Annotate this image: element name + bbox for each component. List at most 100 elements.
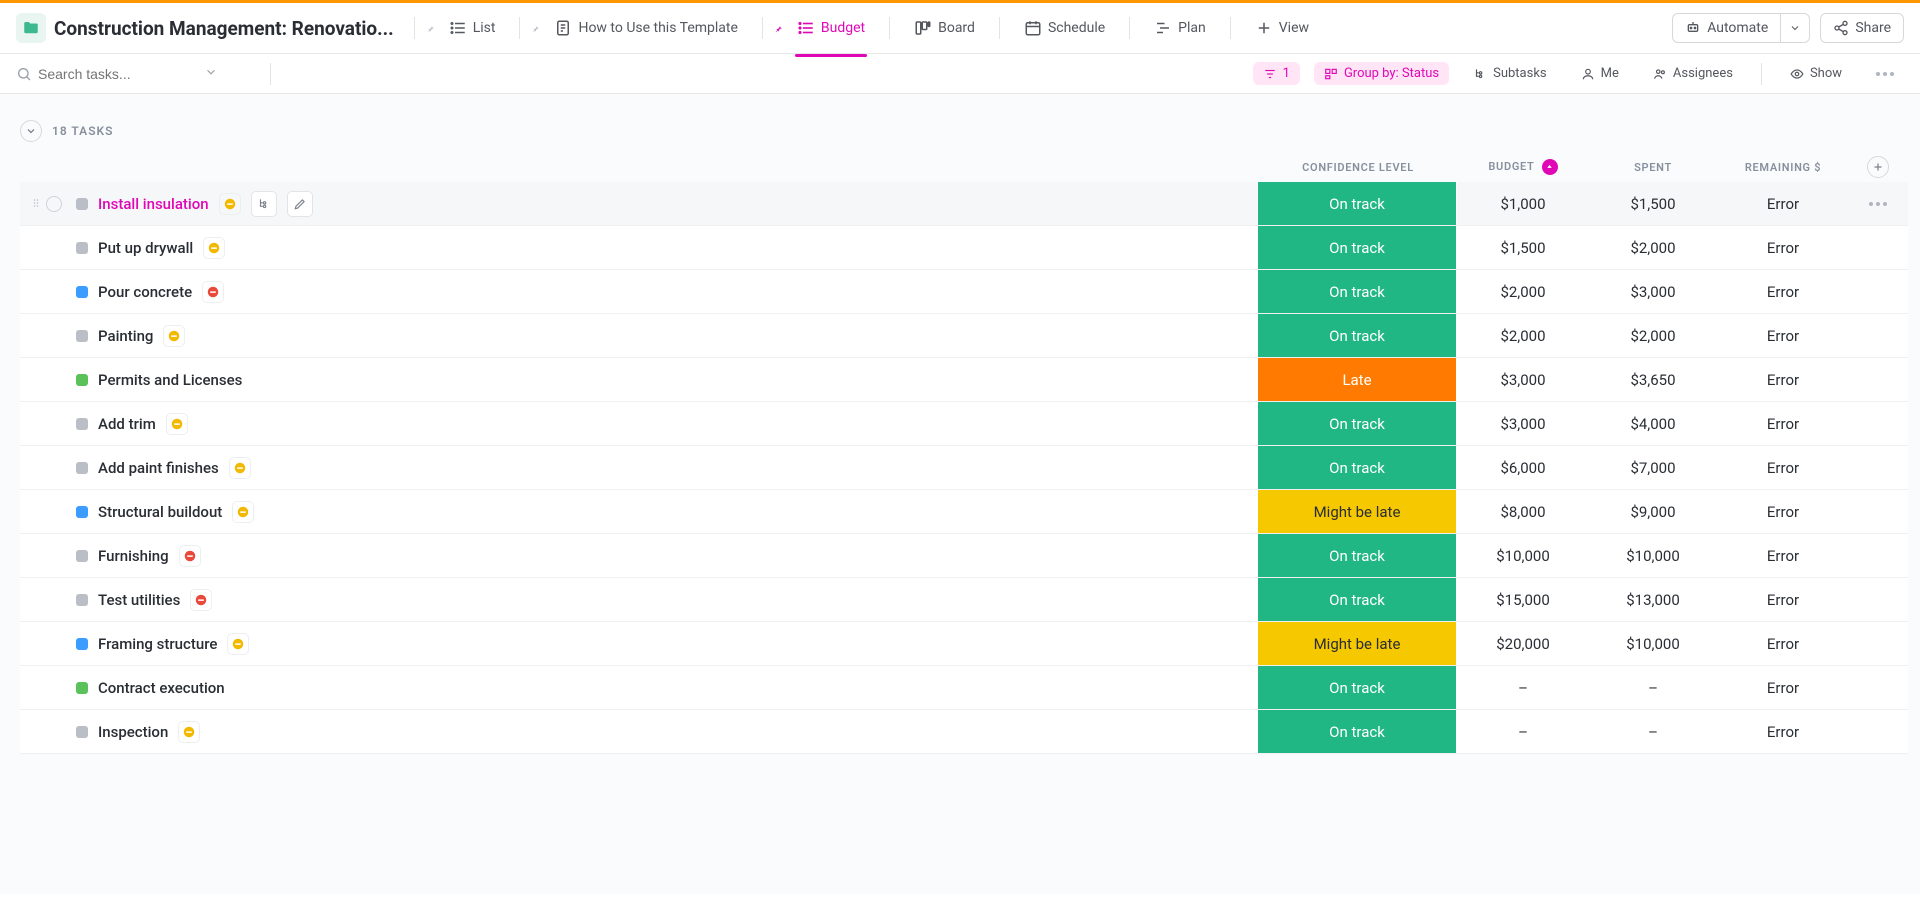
confidence-cell[interactable]: On track [1257, 226, 1457, 269]
automate-button[interactable]: Automate [1672, 13, 1780, 43]
task-name-cell[interactable]: Contract execution [68, 679, 1257, 697]
priority-badge[interactable] [203, 237, 225, 259]
priority-badge[interactable] [178, 721, 200, 743]
share-button[interactable]: Share [1820, 13, 1904, 43]
assignees-button[interactable]: Assignees [1643, 62, 1743, 85]
budget-cell[interactable]: $1,500 [1458, 239, 1588, 257]
tab-schedule[interactable]: Schedule [1012, 13, 1117, 43]
spent-cell[interactable]: – [1588, 723, 1718, 741]
remaining-cell[interactable]: Error [1718, 547, 1848, 565]
task-row[interactable]: Test utilitiesOn track$15,000$13,000Erro… [20, 578, 1908, 622]
confidence-cell[interactable]: On track [1257, 666, 1457, 709]
spent-cell[interactable]: $3,000 [1588, 283, 1718, 301]
confidence-cell[interactable]: Might be late [1257, 490, 1457, 533]
remaining-cell[interactable]: Error [1718, 195, 1848, 213]
task-name-cell[interactable]: Test utilities [68, 589, 1257, 611]
select-circle[interactable] [46, 196, 62, 212]
remaining-cell[interactable]: Error [1718, 371, 1848, 389]
status-square[interactable] [76, 242, 88, 254]
status-square[interactable] [76, 550, 88, 562]
confidence-cell[interactable]: On track [1257, 314, 1457, 357]
search-box[interactable] [16, 65, 256, 83]
priority-badge[interactable] [166, 413, 188, 435]
task-row[interactable]: Structural buildoutMight be late$8,000$9… [20, 490, 1908, 534]
drag-handle-icon[interactable] [30, 195, 42, 213]
remaining-cell[interactable]: Error [1718, 327, 1848, 345]
task-row[interactable]: Put up drywallOn track$1,500$2,000Error [20, 226, 1908, 270]
status-square[interactable] [76, 506, 88, 518]
chevron-down-icon[interactable] [204, 65, 218, 83]
budget-cell[interactable]: – [1458, 723, 1588, 741]
confidence-cell[interactable]: On track [1257, 710, 1457, 753]
budget-cell[interactable]: $20,000 [1458, 635, 1588, 653]
spent-cell[interactable]: $7,000 [1588, 459, 1718, 477]
budget-cell[interactable]: $3,000 [1458, 371, 1588, 389]
tab-list[interactable]: List [437, 13, 508, 43]
status-square[interactable] [76, 374, 88, 386]
remaining-cell[interactable]: Error [1718, 635, 1848, 653]
page-title[interactable]: Construction Management: Renovatio... [54, 17, 394, 40]
confidence-cell[interactable]: Late [1257, 358, 1457, 401]
search-input[interactable] [38, 66, 198, 82]
remaining-cell[interactable]: Error [1718, 679, 1848, 697]
spent-cell[interactable]: $9,000 [1588, 503, 1718, 521]
task-name-cell[interactable]: Inspection [68, 721, 1257, 743]
task-row[interactable]: Permits and LicensesLate$3,000$3,650Erro… [20, 358, 1908, 402]
status-square[interactable] [76, 462, 88, 474]
task-name-cell[interactable]: Permits and Licenses [68, 371, 1257, 389]
task-name-cell[interactable]: Add paint finishes [68, 457, 1257, 479]
spent-cell[interactable]: $13,000 [1588, 591, 1718, 609]
tab-board[interactable]: Board [902, 13, 987, 43]
status-square[interactable] [76, 726, 88, 738]
task-row[interactable]: InspectionOn track––Error [20, 710, 1908, 754]
task-row[interactable]: Install insulationOn track$1,000$1,500Er… [20, 182, 1908, 226]
confidence-cell[interactable]: On track [1257, 534, 1457, 577]
filter-pill[interactable]: 1 [1253, 62, 1300, 85]
tab-howto[interactable]: How to Use this Template [542, 13, 749, 43]
remaining-cell[interactable]: Error [1718, 283, 1848, 301]
group-by-pill[interactable]: Group by: Status [1314, 62, 1449, 85]
budget-cell[interactable]: $3,000 [1458, 415, 1588, 433]
header-spent[interactable]: SPENT [1588, 161, 1718, 174]
priority-badge[interactable] [190, 589, 212, 611]
spent-cell[interactable]: $1,500 [1588, 195, 1718, 213]
task-row[interactable]: Add trimOn track$3,000$4,000Error [20, 402, 1908, 446]
spent-cell[interactable]: $3,650 [1588, 371, 1718, 389]
folder-icon[interactable] [16, 13, 46, 43]
task-row[interactable]: FurnishingOn track$10,000$10,000Error [20, 534, 1908, 578]
spent-cell[interactable]: $2,000 [1588, 239, 1718, 257]
row-more[interactable] [1848, 202, 1908, 206]
status-square[interactable] [76, 330, 88, 342]
budget-cell[interactable]: $6,000 [1458, 459, 1588, 477]
confidence-cell[interactable]: On track [1257, 578, 1457, 621]
header-remaining[interactable]: REMAINING $ [1718, 161, 1848, 174]
confidence-cell[interactable]: On track [1257, 446, 1457, 489]
remaining-cell[interactable]: Error [1718, 723, 1848, 741]
more-button[interactable] [1866, 68, 1904, 80]
task-row[interactable]: Contract executionOn track––Error [20, 666, 1908, 710]
task-name-cell[interactable]: Furnishing [68, 545, 1257, 567]
spent-cell[interactable]: $4,000 [1588, 415, 1718, 433]
priority-badge[interactable] [219, 193, 241, 215]
add-view[interactable]: View [1243, 13, 1321, 43]
budget-cell[interactable]: $2,000 [1458, 327, 1588, 345]
spent-cell[interactable]: – [1588, 679, 1718, 697]
task-name-cell[interactable]: Add trim [68, 413, 1257, 435]
confidence-cell[interactable]: On track [1257, 270, 1457, 313]
remaining-cell[interactable]: Error [1718, 459, 1848, 477]
remaining-cell[interactable]: Error [1718, 503, 1848, 521]
budget-cell[interactable]: $8,000 [1458, 503, 1588, 521]
budget-cell[interactable]: – [1458, 679, 1588, 697]
task-row[interactable]: Add paint finishesOn track$6,000$7,000Er… [20, 446, 1908, 490]
budget-cell[interactable]: $1,000 [1458, 195, 1588, 213]
show-button[interactable]: Show [1780, 62, 1852, 85]
header-budget[interactable]: BUDGET [1458, 159, 1588, 175]
collapse-toggle[interactable] [20, 120, 42, 142]
confidence-cell[interactable]: On track [1257, 182, 1457, 225]
remaining-cell[interactable]: Error [1718, 239, 1848, 257]
status-square[interactable] [76, 682, 88, 694]
priority-badge[interactable] [232, 501, 254, 523]
task-name-cell[interactable]: Framing structure [68, 633, 1257, 655]
automate-dropdown[interactable] [1780, 13, 1810, 43]
subtasks-button[interactable]: Subtasks [1463, 62, 1557, 85]
